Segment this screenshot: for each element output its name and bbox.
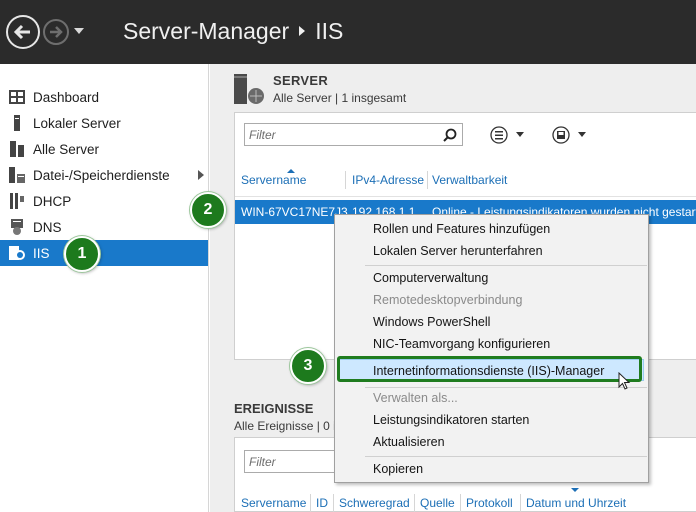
column-divider xyxy=(345,171,346,189)
callout-badge-3: 3 xyxy=(290,348,326,384)
breadcrumb-section: IIS xyxy=(315,18,344,44)
menu-item-shutdown-server[interactable]: Lokalen Server herunterfahren xyxy=(373,244,543,258)
column-divider xyxy=(333,494,334,512)
menu-item-powershell[interactable]: Windows PowerShell xyxy=(373,315,490,329)
sidebar-item-file-storage[interactable]: Datei-/Speicherdienste xyxy=(0,162,208,188)
arrow-left-icon xyxy=(13,24,30,40)
sidebar-item-label: DNS xyxy=(33,219,62,235)
column-divider xyxy=(427,171,428,189)
arrow-right-icon xyxy=(50,26,63,38)
column-header-servername[interactable]: Servername xyxy=(241,496,306,510)
sidebar-item-label: DHCP xyxy=(33,193,72,209)
breadcrumb-separator-icon xyxy=(299,25,306,36)
sidebar-item-label: Dashboard xyxy=(33,89,100,105)
sidebar-item-label: Datei-/Speicherdienste xyxy=(33,167,170,183)
file-storage-icon xyxy=(9,167,25,183)
sidebar-item-iis[interactable]: IIS xyxy=(0,240,208,266)
forward-button[interactable] xyxy=(43,19,69,45)
menu-item-refresh[interactable]: Aktualisieren xyxy=(373,435,445,449)
cell-servername: WIN-67VC17NE7J3 xyxy=(241,205,348,219)
menu-item-remote-desktop: Remotedesktopverbindung xyxy=(373,293,523,307)
sidebar-item-label: Lokaler Server xyxy=(33,115,121,131)
column-header-log[interactable]: Protokoll xyxy=(466,496,513,510)
list-options-button[interactable] xyxy=(489,125,529,145)
menu-item-manage-as: Verwalten als... xyxy=(373,391,458,405)
menu-item-start-perf-counters[interactable]: Leistungsindikatoren starten xyxy=(373,413,529,427)
column-header-datetime[interactable]: Datum und Uhrzeit xyxy=(526,496,626,510)
server-group-icon xyxy=(234,74,264,104)
sidebar: Dashboard Lokaler Server Alle Server Dat… xyxy=(0,64,209,512)
column-divider xyxy=(460,494,461,512)
sidebar-item-all-servers[interactable]: Alle Server xyxy=(0,136,208,162)
server-filter-input[interactable]: Filter xyxy=(244,123,463,146)
breadcrumb: Server-Manager IIS xyxy=(123,18,343,45)
sidebar-item-dhcp[interactable]: DHCP xyxy=(0,188,208,214)
callout-badge-1: 1 xyxy=(64,236,100,272)
breadcrumb-app[interactable]: Server-Manager xyxy=(123,18,289,44)
column-divider xyxy=(414,494,415,512)
filter-placeholder: Filter xyxy=(249,128,276,142)
column-header-source[interactable]: Quelle xyxy=(420,496,455,510)
chevron-right-icon[interactable] xyxy=(198,170,204,180)
menu-separator xyxy=(365,265,647,266)
servers-section-title: SERVER xyxy=(273,73,329,88)
column-divider xyxy=(520,494,521,512)
sidebar-item-dashboard[interactable]: Dashboard xyxy=(0,84,208,110)
search-icon[interactable] xyxy=(443,128,457,142)
sidebar-item-label: IIS xyxy=(33,245,50,261)
menu-item-nic-teaming[interactable]: NIC-Teamvorgang konfigurieren xyxy=(373,337,550,351)
save-query-icon xyxy=(552,126,586,144)
menu-item-computer-management[interactable]: Computerverwaltung xyxy=(373,271,488,285)
menu-item-copy[interactable]: Kopieren xyxy=(373,462,423,476)
iis-icon xyxy=(9,245,25,261)
title-bar: Server-Manager IIS xyxy=(0,0,696,64)
menu-separator xyxy=(365,456,647,457)
dhcp-icon xyxy=(9,193,25,209)
callout-badge-2: 2 xyxy=(190,192,226,228)
history-dropdown-icon[interactable] xyxy=(74,28,84,34)
sidebar-item-dns[interactable]: DNS xyxy=(0,214,208,240)
mouse-cursor-icon xyxy=(618,372,631,390)
callout-highlight-box xyxy=(337,356,642,382)
dashboard-icon xyxy=(9,89,25,105)
list-options-icon xyxy=(490,126,524,144)
menu-separator xyxy=(365,387,647,388)
filter-placeholder: Filter xyxy=(249,455,276,469)
column-header-id[interactable]: ID xyxy=(316,496,328,510)
column-header-servername[interactable]: Servername xyxy=(241,173,306,187)
server-icon xyxy=(9,115,25,131)
sidebar-item-label: Alle Server xyxy=(33,141,100,157)
sort-descending-icon xyxy=(571,488,579,492)
dns-icon xyxy=(9,219,25,235)
column-header-manageability[interactable]: Verwaltbarkeit xyxy=(432,173,507,187)
events-section-title: EREIGNISSE xyxy=(234,401,314,416)
column-divider xyxy=(310,494,311,512)
menu-item-add-roles[interactable]: Rollen und Features hinzufügen xyxy=(373,222,550,236)
save-query-button[interactable] xyxy=(551,125,591,145)
column-header-ipv4[interactable]: IPv4-Adresse xyxy=(352,173,424,187)
context-menu: Rollen und Features hinzufügen Lokalen S… xyxy=(334,214,649,483)
back-button[interactable] xyxy=(6,15,40,49)
servers-icon xyxy=(9,141,25,157)
column-header-severity[interactable]: Schweregrad xyxy=(339,496,410,510)
servers-section-subtitle: Alle Server | 1 insgesamt xyxy=(273,91,407,105)
sidebar-item-local-server[interactable]: Lokaler Server xyxy=(0,110,208,136)
